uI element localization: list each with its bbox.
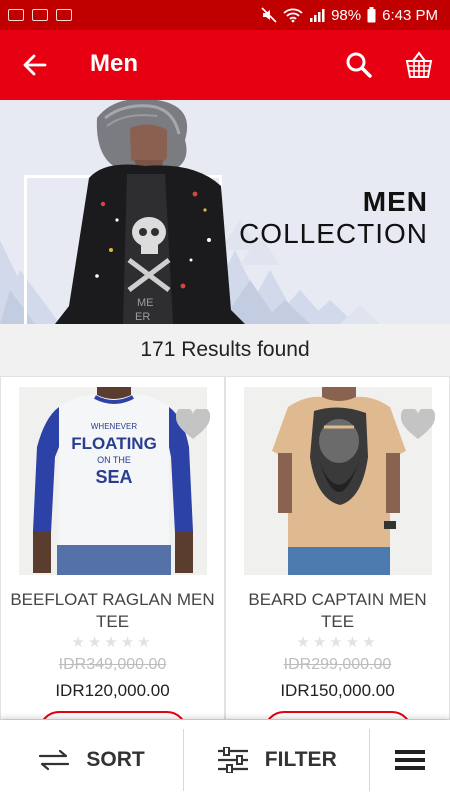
shirt-print-line-1: WHENEVER xyxy=(91,422,137,431)
signal-icon xyxy=(310,9,325,22)
star-rating: ★★★★★ xyxy=(1,633,224,651)
battery-percent: 98% xyxy=(331,6,362,24)
shirt-print-line-3: ON THE xyxy=(97,455,131,465)
results-count: 171 Results found xyxy=(0,324,450,376)
star-icon: ★ xyxy=(312,634,330,651)
original-price: IDR349,000.00 xyxy=(58,656,167,673)
svg-text:ME: ME xyxy=(137,297,154,309)
sale-price: IDR150,000.00 xyxy=(280,681,395,700)
star-icon: ★ xyxy=(362,634,379,651)
filter-button[interactable]: FILTER xyxy=(184,729,371,791)
star-icon: ★ xyxy=(120,634,138,651)
sort-button[interactable]: SORT xyxy=(0,729,185,791)
basket-icon xyxy=(405,51,433,78)
menu-icon xyxy=(395,750,426,770)
star-icon: ★ xyxy=(104,634,121,651)
banner-subtitle: COLLECTION xyxy=(239,218,428,249)
sale-price: IDR120,000.00 xyxy=(55,681,170,700)
mute-icon xyxy=(261,7,277,23)
heart-icon[interactable] xyxy=(401,409,435,441)
message-icon xyxy=(32,9,48,21)
star-rating: ★★★★★ xyxy=(226,633,449,651)
status-bar: 98% 6:43 PM xyxy=(0,0,450,30)
search-button[interactable] xyxy=(344,50,376,80)
bottom-toolbar: SORT FILTER xyxy=(0,720,450,800)
add-to-cart-button[interactable] xyxy=(39,711,187,719)
back-button[interactable] xyxy=(18,50,52,80)
system-icons: 98% 6:43 PM xyxy=(261,7,438,24)
product-card[interactable]: WHENEVER FLOATING ON THE SEA BEEFLOAT RA… xyxy=(0,376,225,720)
app-bar: Men xyxy=(0,30,450,100)
search-icon xyxy=(346,52,372,78)
shirt-print-line-4: SEA xyxy=(95,467,132,487)
heart-icon[interactable] xyxy=(176,409,210,441)
model-image: ME ER xyxy=(55,100,245,324)
product-name[interactable]: BEARD CAPTAIN MEN TEE xyxy=(234,589,441,633)
filter-label: FILTER xyxy=(264,748,337,771)
clock: 6:43 PM xyxy=(382,6,438,24)
star-icon: ★ xyxy=(87,634,105,651)
notification-icons xyxy=(8,9,72,21)
gallery-icon xyxy=(8,9,24,21)
banner-title: MEN xyxy=(362,186,428,217)
svg-text:ER: ER xyxy=(135,311,150,323)
battery-icon xyxy=(367,7,376,23)
sort-label: SORT xyxy=(86,748,145,771)
add-to-cart-button[interactable] xyxy=(264,711,412,719)
star-icon: ★ xyxy=(296,634,313,651)
product-grid: WHENEVER FLOATING ON THE SEA BEEFLOAT RA… xyxy=(0,376,450,720)
product-name[interactable]: BEEFLOAT RAGLAN MEN TEE xyxy=(9,589,216,633)
wifi-icon xyxy=(283,8,303,23)
star-icon: ★ xyxy=(71,634,88,651)
back-arrow-icon xyxy=(23,54,47,76)
star-icon: ★ xyxy=(137,634,154,651)
cart-button[interactable] xyxy=(404,50,436,80)
collection-banner[interactable]: ME ER MEN COLLECTION xyxy=(0,100,450,324)
product-card[interactable]: BEARD CAPTAIN MEN TEE ★★★★★ IDR299,000.0… xyxy=(225,376,450,720)
star-icon: ★ xyxy=(329,634,346,651)
page-title: Men xyxy=(90,50,138,77)
original-price: IDR299,000.00 xyxy=(283,656,392,673)
filter-icon xyxy=(217,747,248,773)
mail-icon xyxy=(56,9,72,21)
sort-icon xyxy=(39,749,70,771)
menu-button[interactable] xyxy=(370,729,450,791)
shirt-print-line-2: FLOATING xyxy=(71,434,157,453)
star-icon: ★ xyxy=(345,634,363,651)
